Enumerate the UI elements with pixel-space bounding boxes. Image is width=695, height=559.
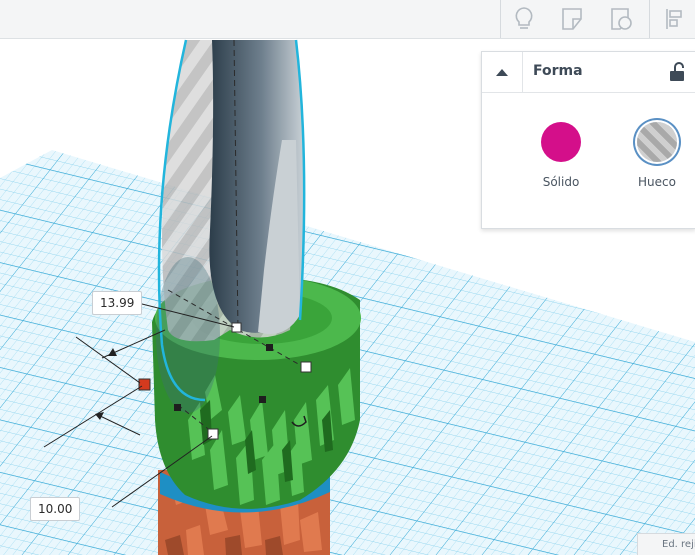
dimension-input-top[interactable]: 13.99 xyxy=(92,291,143,315)
solid-option[interactable]: Sólido xyxy=(529,122,593,189)
center-handle[interactable] xyxy=(174,404,181,411)
lock-button[interactable] xyxy=(668,61,688,83)
collapse-panel-button[interactable] xyxy=(482,52,523,92)
hole-label: Hueco xyxy=(638,175,676,189)
solid-swatch[interactable] xyxy=(541,122,581,162)
panel-title: Forma xyxy=(533,63,583,79)
panel-header: Forma xyxy=(482,52,695,93)
hole-option[interactable]: Hueco xyxy=(625,122,689,189)
dimension-input-bottom[interactable]: 10.00 xyxy=(30,497,81,521)
resize-handle[interactable] xyxy=(300,361,312,373)
unlock-icon xyxy=(670,62,684,81)
align-icon[interactable] xyxy=(653,0,695,38)
toolbar-divider xyxy=(649,0,650,38)
center-handle[interactable] xyxy=(266,344,273,351)
shape-inspector-panel: Forma Sólido Hueco xyxy=(481,51,695,229)
hole-swatch[interactable] xyxy=(637,122,677,162)
resize-handle-active[interactable] xyxy=(138,378,151,391)
lightbulb-icon[interactable] xyxy=(503,0,545,38)
top-toolbar xyxy=(0,0,695,39)
solid-label: Sólido xyxy=(542,175,580,189)
shape-notes-icon[interactable] xyxy=(600,0,642,38)
edit-grid-button[interactable]: Ed. rejilla xyxy=(637,533,695,555)
notes-icon[interactable] xyxy=(551,0,593,38)
chevron-up-icon xyxy=(496,69,508,76)
center-handle[interactable] xyxy=(259,396,266,403)
resize-handle[interactable] xyxy=(231,322,242,333)
toolbar-divider xyxy=(500,0,501,38)
